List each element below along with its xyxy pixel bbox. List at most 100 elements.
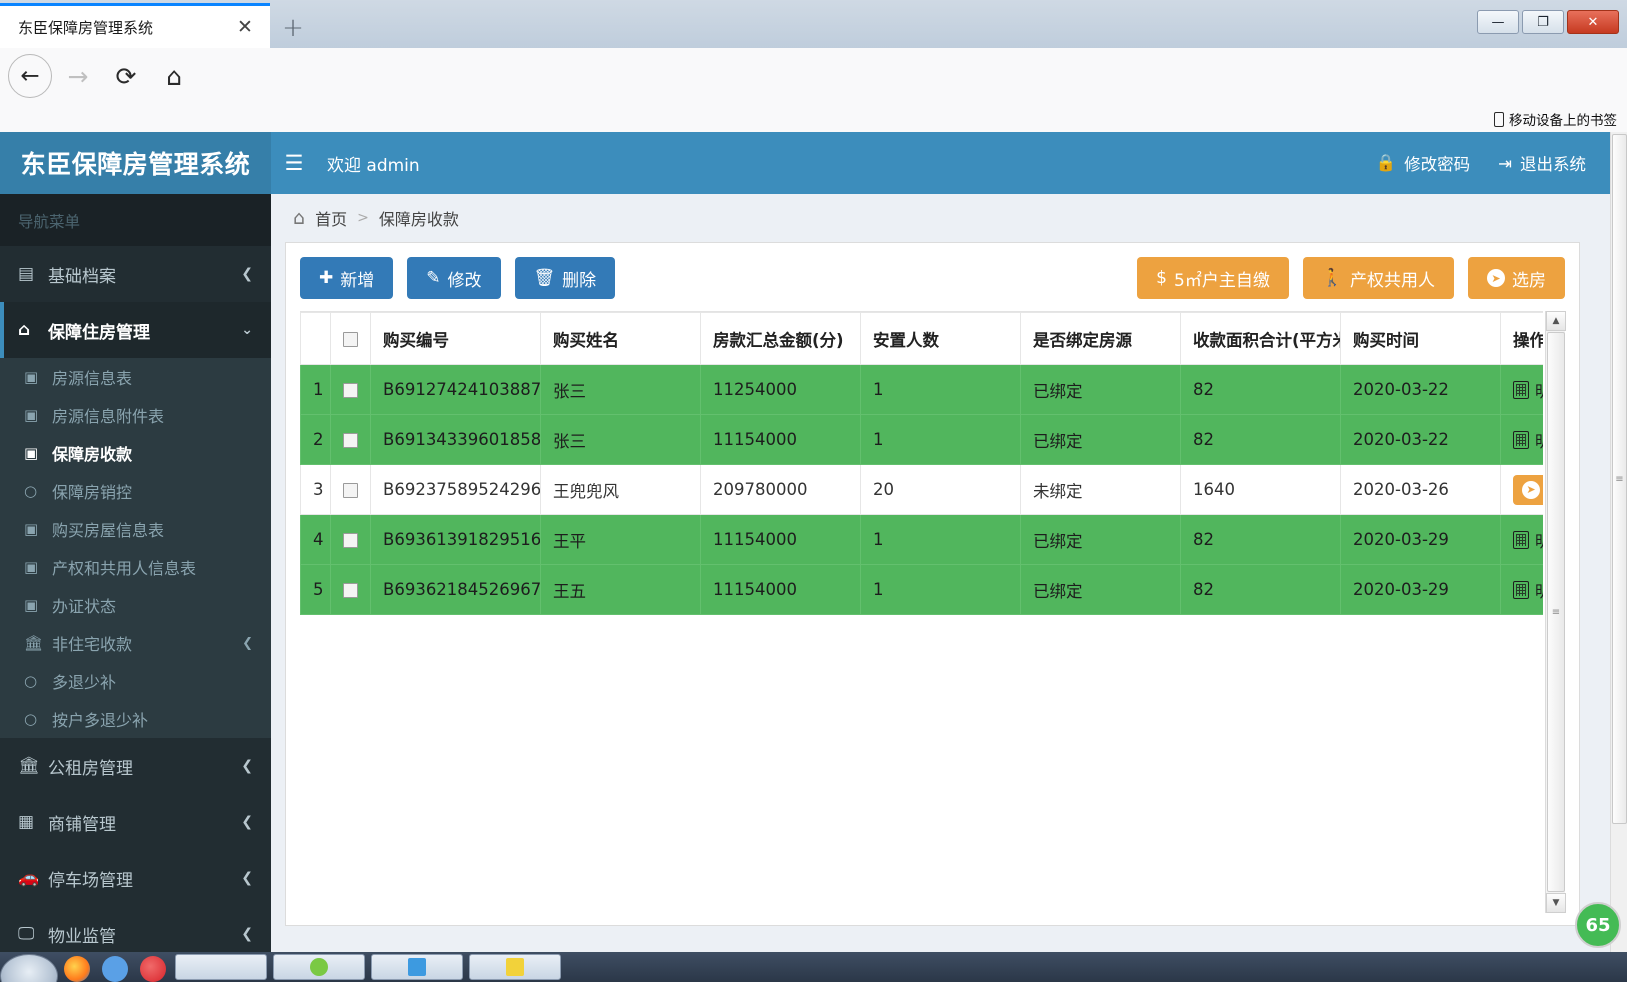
minimize-icon[interactable]: — [1477,10,1519,34]
owner-selfpay-button[interactable]: $ 5㎡户主自缴 [1137,257,1289,299]
hamburger-icon[interactable]: ☰ [271,132,317,194]
close-icon[interactable]: ✕ [232,14,258,40]
browser-tab-active[interactable]: 东臣保障房管理系统 ✕ [0,3,270,48]
file-icon: ▣ [24,406,39,424]
add-button[interactable]: ✚ 新增 [300,257,394,299]
cell-purchaser-name: 张三 [540,364,701,415]
cell-purchaser-name: 王兜兜风 [540,464,701,515]
edit-button-label: 修改 [447,270,482,291]
row-checkbox[interactable] [343,433,358,448]
row-checkbox[interactable] [343,533,358,548]
floating-count-badge[interactable]: 65 [1575,902,1621,948]
start-button[interactable] [0,954,58,982]
back-icon[interactable]: ← [8,54,52,98]
sidebar-item-label: 物业监管 [48,926,116,947]
sidebar-item-housing-payment[interactable]: ▣ 保障房收款 [0,434,271,472]
coowner-button[interactable]: 🚶 产权共用人 [1302,257,1454,299]
page-scrollbar-thumb[interactable]: ≡ [1612,134,1627,824]
firefox-taskbar-icon[interactable] [64,956,90,982]
detail-button[interactable]: 明细 [1513,375,1543,405]
detail-button-label: 明细 [1535,528,1543,552]
row-checkbox[interactable] [343,483,358,498]
scrollbar-thumb[interactable]: ≡ [1547,332,1565,892]
sidebar-item-property-supervision[interactable]: 🖵 物业监管 ❮ [0,906,271,952]
maximize-icon[interactable]: ❐ [1522,10,1564,34]
action-toolbar: ✚ 新增 ✎ 修改 🗑 删除 $ 5㎡户主自缴 🚶 产权共用人 ➤ 选房 [286,243,1579,311]
taskbar-window-1[interactable] [175,954,267,980]
table-row[interactable]: 3 B692375895242964 王兜兜风 209780000 20 未绑定… [300,464,1543,515]
table-row[interactable]: 5 B693621845269676 王五 11154000 1 已绑定 82 … [300,564,1543,615]
edit-button[interactable]: ✎ 修改 [407,257,501,299]
recorder-taskbar-icon[interactable] [140,956,166,982]
chevron-left-icon: ❮ [241,758,253,774]
table-vertical-scrollbar[interactable]: ▲ ≡ ▼ [1545,311,1566,913]
new-tab-icon[interactable]: + [272,8,314,48]
taskbar-window-4[interactable] [469,954,561,980]
taskbar-window-3[interactable] [371,954,463,980]
delete-button[interactable]: 🗑 删除 [514,257,616,299]
sidebar-item-label: 购买房屋信息表 [52,521,165,540]
app-taskbar-icon[interactable] [102,956,128,982]
sidebar-item-nonresidential-payment[interactable]: 🏛 非住宅收款 ❮ [0,624,271,662]
sidebar-item-shop-management[interactable]: ▦ 商铺管理 ❮ [0,794,271,850]
sidebar-item-refund-supplement[interactable]: ○ 多退少补 [0,662,271,700]
sidebar-item-purchase-info[interactable]: ▣ 购买房屋信息表 [0,510,271,548]
sidebar-item-label: 停车场管理 [48,870,133,891]
taskbar-window-2[interactable] [273,954,365,980]
table-row[interactable]: 4 B693613918295162 王平 11154000 1 已绑定 82 … [300,514,1543,565]
mobile-icon [1494,111,1504,127]
reload-icon[interactable]: ⟳ [104,54,148,98]
th-house-bound[interactable]: 是否绑定房源 [1020,312,1181,365]
bank-icon: 🏛 [24,634,44,652]
sidebar-item-label: 房源信息表 [52,369,133,388]
sidebar-item-public-rental[interactable]: 🏛 公租房管理 ❮ [0,738,271,794]
breadcrumb-home[interactable]: 首页 [315,206,347,230]
th-resettled-people[interactable]: 安置人数 [860,312,1021,365]
th-total-area[interactable]: 收款面积合计(平方米 [1180,312,1341,365]
bookmark-mobile[interactable]: 移动设备上的书签 [1494,109,1617,129]
detail-button[interactable]: 明细 [1513,425,1543,455]
table-row[interactable]: 2 B691343396018585 张三 11154000 1 已绑定 82 … [300,414,1543,465]
th-purchase-code[interactable]: 购买编号 [370,312,541,365]
file-icon: ▣ [24,558,39,576]
th-select-all [330,312,371,365]
sidebar-item-basic-archive[interactable]: ▤ 基础档案 ❮ [0,246,271,302]
sidebar-item-ownership-info[interactable]: ▣ 产权和共用人信息表 [0,548,271,586]
circle-icon: ○ [24,482,38,500]
bookmark-label: 移动设备上的书签 [1509,113,1617,129]
sidebar-item-housing-management[interactable]: ⌂ 保障住房管理 ⌄ [0,302,271,358]
row-checkbox[interactable] [343,583,358,598]
page-viewport: 东臣保障房管理系统 ☰ 欢迎 admin 🔒 修改密码 ⇥ 退出系统 导航菜单 … [0,132,1627,952]
row-checkbox[interactable] [343,383,358,398]
cell-total-amount: 11154000 [700,564,861,615]
scroll-down-icon[interactable]: ▼ [1546,893,1566,913]
th-total-amount[interactable]: 房款汇总金额(分) [700,312,861,365]
sidebar-item-parking-management[interactable]: 🚗 停车场管理 ❮ [0,850,271,906]
forward-icon[interactable]: → [56,54,100,98]
table-header-row: 购买编号 购买姓名 房款汇总金额(分) 安置人数 是否绑定房源 收款面积合计(平… [300,312,1543,365]
sidebar-item-sales-control[interactable]: ○ 保障房销控 [0,472,271,510]
th-purchaser-name[interactable]: 购买姓名 [540,312,701,365]
logout-link[interactable]: ⇥ 退出系统 [1498,151,1586,175]
sidebar-item-house-attachment[interactable]: ▣ 房源信息附件表 [0,396,271,434]
detail-button[interactable]: 明细 [1513,575,1543,605]
scroll-up-icon[interactable]: ▲ [1546,311,1566,331]
sidebar-item-house-info[interactable]: ▣ 房源信息表 [0,358,271,396]
select-house-button[interactable]: ➤ 选房 [1468,257,1565,299]
app-brand[interactable]: 东臣保障房管理系统 [0,132,271,194]
sidebar-item-certificate-status[interactable]: ▣ 办证状态 [0,586,271,624]
grip-icon: ≡ [1615,473,1624,485]
window-close-icon[interactable]: ✕ [1567,10,1619,34]
detail-button-label: 明细 [1535,378,1543,402]
page-vertical-scrollbar[interactable]: ≡ [1610,132,1627,952]
select-all-checkbox[interactable] [343,332,358,347]
table-row[interactable]: 1 B691274241038876 张三 11254000 1 已绑定 82 … [300,364,1543,415]
select-house-row-button[interactable]: ➤ 选房 [1513,474,1543,505]
home-icon[interactable]: ⌂ [152,54,196,98]
detail-button[interactable]: 明细 [1513,525,1543,555]
sidebar-item-household-refund[interactable]: ○ 按户多退少补 [0,700,271,738]
pencil-icon: ✎ [426,268,441,288]
change-password-link[interactable]: 🔒 修改密码 [1376,151,1471,175]
th-purchase-date[interactable]: 购买时间 [1340,312,1501,365]
cell-purchase-code: B691343396018585 [370,414,541,465]
